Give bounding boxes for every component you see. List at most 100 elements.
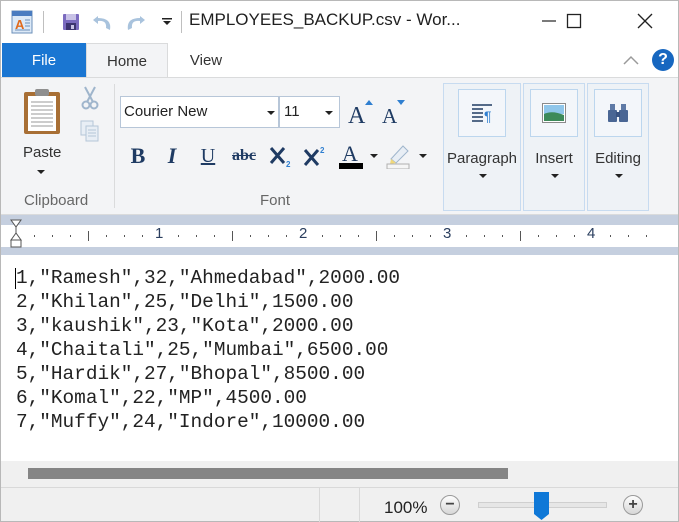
ruler-tick <box>70 235 71 237</box>
copy-button[interactable] <box>80 120 100 147</box>
shrink-font-button[interactable]: A <box>381 98 407 126</box>
insert-button[interactable] <box>530 89 578 137</box>
superscript-icon: 2 <box>303 146 325 166</box>
ruler-tick <box>394 235 395 237</box>
ruler-tick <box>412 235 413 237</box>
undo-icon[interactable] <box>90 9 116 35</box>
ruler-tick <box>214 235 215 237</box>
redo-icon[interactable] <box>122 9 148 35</box>
ruler-tick <box>358 235 359 237</box>
close-button[interactable] <box>622 1 668 41</box>
paragraph-icon: ¶ <box>472 104 492 124</box>
qat-separator <box>43 11 44 33</box>
svg-text:2: 2 <box>320 146 325 155</box>
ruler-tick <box>178 235 179 237</box>
document-line[interactable]: 4,"Chaitali",25,"Mumbai",6500.00 <box>16 338 400 362</box>
clipboard-icon <box>24 89 60 134</box>
highlight-dropdown-icon[interactable] <box>419 154 427 158</box>
title-separator <box>181 11 182 33</box>
app-icon[interactable]: A <box>9 9 35 35</box>
ruler-tick <box>106 235 107 237</box>
document-line[interactable]: 2,"Khilan",25,"Delhi",1500.00 <box>16 290 400 314</box>
group-separator <box>114 84 115 208</box>
cut-button[interactable] <box>81 86 99 115</box>
close-icon <box>637 13 653 29</box>
chevron-up-icon <box>623 55 639 65</box>
help-button[interactable]: ? <box>652 49 674 71</box>
ruler-tick <box>268 235 269 237</box>
ruler-tick <box>322 235 323 237</box>
plus-icon: + <box>628 496 638 513</box>
ruler-tick <box>34 235 35 237</box>
maximize-button[interactable] <box>551 1 597 41</box>
svg-text:A: A <box>382 104 398 125</box>
zoom-out-button[interactable]: − <box>440 495 460 515</box>
ruler-tick <box>574 235 575 237</box>
font-color-button[interactable]: A <box>337 142 365 170</box>
superscript-button[interactable]: 2 <box>301 142 329 170</box>
paragraph-button[interactable]: ¶ <box>458 89 506 137</box>
paste-button[interactable] <box>23 87 61 140</box>
insert-dropdown-icon <box>551 174 559 178</box>
paragraph-dropdown-icon <box>479 174 487 178</box>
document-area[interactable]: 1,"Ramesh",32,"Ahmedabad",2000.00 2,"Khil… <box>1 255 678 461</box>
svg-text:2: 2 <box>286 160 291 168</box>
ruler-tick <box>340 235 341 237</box>
zoom-level: 100% <box>384 498 428 517</box>
document-line[interactable]: 3,"kaushik",23,"Kota",2000.00 <box>16 314 400 338</box>
font-family-select[interactable]: Courier New <box>120 96 279 128</box>
subscript-icon: 2 <box>269 147 291 168</box>
editing-button[interactable] <box>594 89 642 137</box>
tab-file[interactable]: File <box>2 43 86 77</box>
strikethrough-button[interactable]: abc <box>229 142 259 170</box>
paste-label[interactable]: Paste <box>23 144 61 161</box>
font-size-select[interactable]: 11 <box>279 96 340 128</box>
document-line[interactable]: 7,"Muffy",24,"Indore",10000.00 <box>16 410 400 434</box>
font-color-dropdown-icon[interactable] <box>370 154 378 158</box>
subscript-button[interactable]: 2 <box>267 142 295 170</box>
italic-button[interactable]: I <box>159 142 185 170</box>
horizontal-scroll-thumb[interactable] <box>28 468 508 479</box>
horizontal-scrollbar[interactable] <box>1 461 678 487</box>
editing-group[interactable]: Editing <box>587 83 649 211</box>
save-icon[interactable] <box>58 9 84 35</box>
zoom-in-button[interactable]: + <box>623 495 643 515</box>
collapse-ribbon-button[interactable] <box>621 51 641 69</box>
tab-home[interactable]: Home <box>86 43 168 78</box>
ruler-tick <box>556 235 557 237</box>
bold-button[interactable]: B <box>125 142 151 170</box>
insert-group[interactable]: Insert <box>523 83 585 211</box>
paste-dropdown-icon[interactable] <box>37 170 45 174</box>
wordpad-window: A EMPLOYEES_BACKUP.csv - Wor... File Hom… <box>0 0 679 522</box>
tab-view[interactable]: View <box>168 43 244 77</box>
font-family-value: Courier New <box>124 103 208 120</box>
ruler-tick <box>610 235 611 237</box>
document-text[interactable]: 1,"Ramesh",32,"Ahmedabad",2000.00 2,"Khil… <box>16 266 400 434</box>
svg-text:A: A <box>348 103 366 125</box>
highlight-button[interactable] <box>384 142 412 170</box>
zoom-slider-thumb[interactable] <box>534 492 549 520</box>
ruler-tick <box>52 235 53 237</box>
customize-quick-access-icon[interactable] <box>154 9 180 35</box>
document-line[interactable]: 5,"Hardik",27,"Bhopal",8500.00 <box>16 362 400 386</box>
indent-marker[interactable] <box>10 219 22 254</box>
document-line[interactable]: 6,"Komal",22,"MP",4500.00 <box>16 386 400 410</box>
ruler-tick <box>628 235 629 237</box>
scissors-icon <box>81 86 99 110</box>
status-divider <box>359 488 360 522</box>
binoculars-icon <box>608 104 628 122</box>
font-color-icon: A <box>339 142 363 169</box>
ruler-tick <box>646 235 647 237</box>
ruler-number: 1 <box>155 225 164 242</box>
highlighter-icon <box>386 145 410 169</box>
document-line[interactable]: 1,"Ramesh",32,"Ahmedabad",2000.00 <box>16 266 400 290</box>
paragraph-group[interactable]: ¶ Paragraph <box>443 83 521 211</box>
ruler-tick <box>196 235 197 237</box>
underline-button[interactable]: U <box>195 142 221 170</box>
svg-text:A: A <box>342 142 358 166</box>
ruler[interactable]: 1 2 3 4 <box>1 219 678 248</box>
copy-icon <box>80 120 99 142</box>
ruler-tick <box>142 235 143 237</box>
grow-font-icon: A <box>348 100 373 125</box>
grow-font-button[interactable]: A <box>347 98 375 126</box>
